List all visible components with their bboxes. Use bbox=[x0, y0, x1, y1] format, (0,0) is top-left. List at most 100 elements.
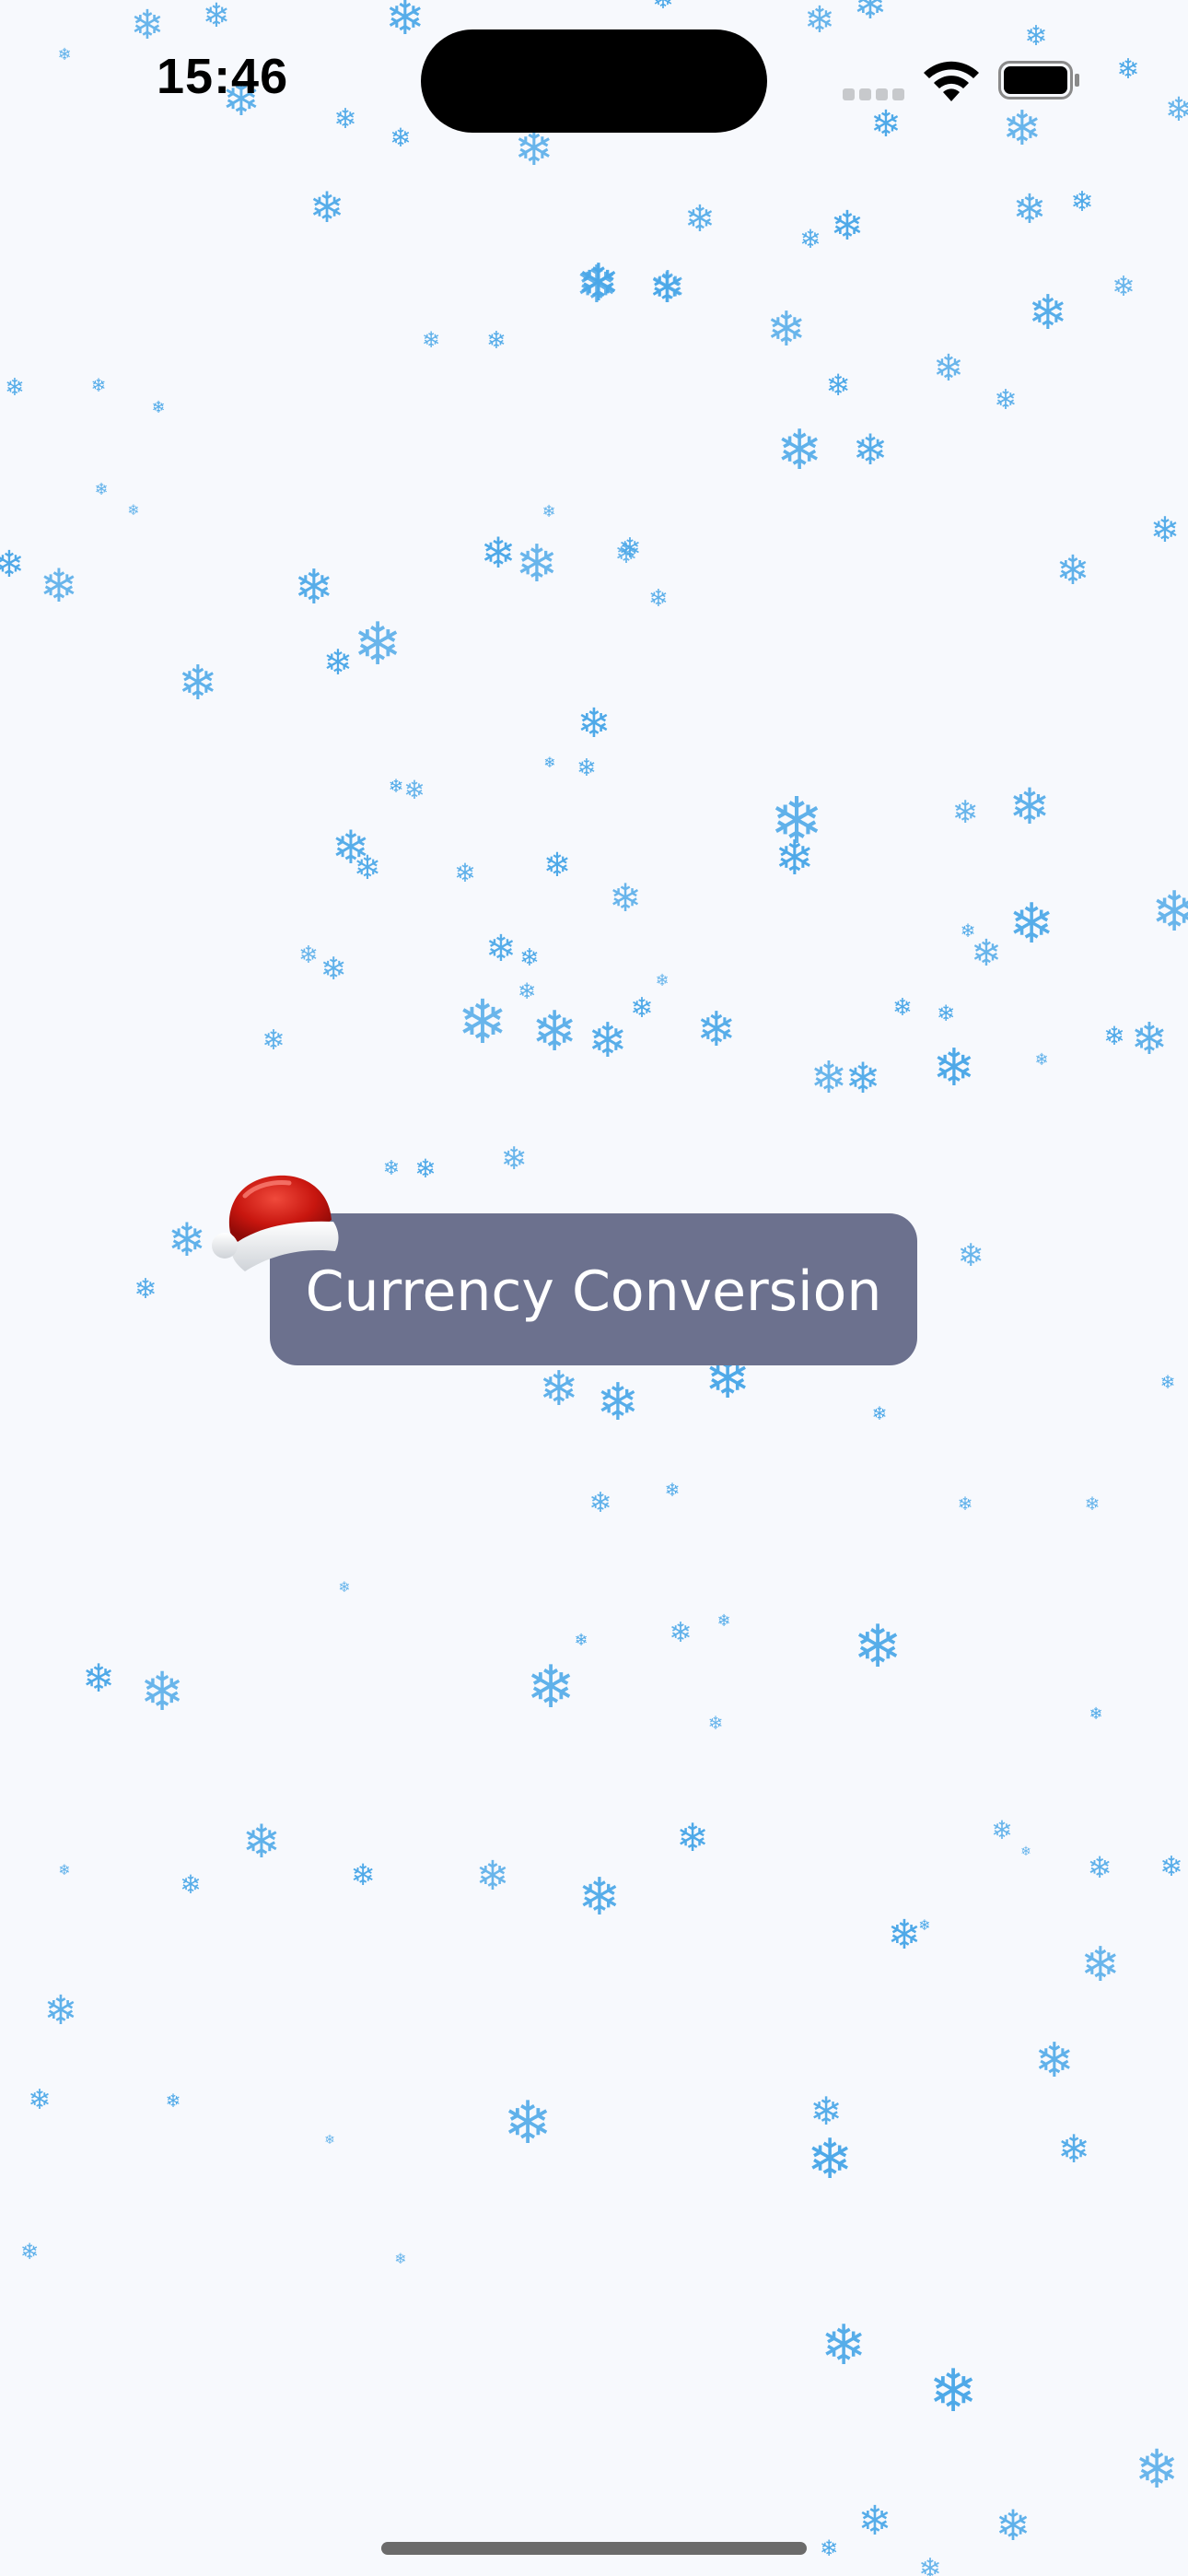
snowflake-icon: ❄ bbox=[1012, 186, 1047, 233]
snowflake-icon: ❄ bbox=[1116, 53, 1140, 86]
snowflake-icon: ❄ bbox=[1084, 1493, 1101, 1515]
snowflake-icon: ❄ bbox=[385, 0, 425, 46]
snowflake-icon: ❄ bbox=[825, 368, 851, 403]
snowflake-icon: ❄ bbox=[918, 2553, 942, 2576]
snowflake-icon: ❄ bbox=[309, 182, 345, 232]
snowflake-icon: ❄ bbox=[539, 1362, 579, 1417]
status-time: 15:46 bbox=[157, 49, 289, 104]
snowflake-icon: ❄ bbox=[390, 123, 412, 153]
snowflake-icon: ❄ bbox=[403, 775, 425, 805]
snowflake-icon: ❄ bbox=[1164, 91, 1188, 129]
snowflake-icon: ❄ bbox=[830, 203, 865, 250]
snowflake-icon: ❄ bbox=[298, 942, 319, 969]
snowflake-icon: ❄ bbox=[1150, 880, 1188, 944]
snowflake-icon: ❄ bbox=[414, 1153, 437, 1184]
snowflake-icon: ❄ bbox=[609, 875, 642, 920]
snowflake-icon: ❄ bbox=[480, 528, 517, 578]
snowflake-icon: ❄ bbox=[769, 783, 824, 859]
snowflake-icon: ❄ bbox=[664, 1479, 681, 1501]
snowflake-icon: ❄ bbox=[933, 347, 964, 390]
snowflake-icon: ❄ bbox=[676, 1815, 709, 1860]
snowflake-icon: ❄ bbox=[503, 2090, 553, 2158]
snowflake-icon: ❄ bbox=[971, 932, 1002, 975]
dynamic-island bbox=[421, 29, 767, 133]
snowflake-icon: ❄ bbox=[28, 2084, 52, 2116]
snowflake-icon: ❄ bbox=[82, 1656, 115, 1701]
snowflake-icon: ❄ bbox=[957, 1493, 973, 1515]
snowflake-icon: ❄ bbox=[1020, 1844, 1031, 1859]
snowflake-icon: ❄ bbox=[475, 1853, 510, 1900]
santa-hat-icon bbox=[212, 1175, 339, 1271]
snowflake-icon: ❄ bbox=[857, 2498, 892, 2545]
snowflake-icon: ❄ bbox=[1080, 1938, 1121, 1993]
snowflake-icon: ❄ bbox=[165, 2090, 181, 2112]
snowflake-icon: ❄ bbox=[806, 2127, 854, 2192]
snowflake-icon: ❄ bbox=[844, 1053, 881, 1103]
snowflake-icon: ❄ bbox=[936, 1001, 956, 1026]
snowflake-icon: ❄ bbox=[852, 425, 889, 474]
snowflake-icon: ❄ bbox=[542, 502, 556, 521]
snowflake-icon: ❄ bbox=[139, 1660, 185, 1723]
snowflake-icon: ❄ bbox=[819, 2535, 839, 2561]
snowflake-icon: ❄ bbox=[353, 611, 402, 679]
snowflake-icon: ❄ bbox=[588, 1487, 612, 1519]
snowflake-icon: ❄ bbox=[1112, 271, 1136, 303]
snowflake-icon: ❄ bbox=[618, 533, 642, 565]
snowflake-icon: ❄ bbox=[57, 45, 72, 64]
home-indicator[interactable] bbox=[381, 2542, 807, 2555]
snowflake-icon: ❄ bbox=[655, 971, 670, 990]
snowflake-icon: ❄ bbox=[1055, 547, 1090, 594]
snowflake-icon: ❄ bbox=[652, 0, 673, 13]
snowflake-icon: ❄ bbox=[353, 849, 382, 887]
snowflake-icon: ❄ bbox=[630, 992, 654, 1025]
snowflake-icon: ❄ bbox=[94, 480, 109, 499]
snowflake-icon: ❄ bbox=[294, 560, 334, 615]
snowflake-icon: ❄ bbox=[820, 2313, 868, 2378]
snowflake-icon: ❄ bbox=[43, 1987, 78, 2034]
snowflake-icon: ❄ bbox=[775, 418, 823, 483]
snowflake-icon: ❄ bbox=[918, 1916, 931, 1934]
snowflake-icon: ❄ bbox=[454, 858, 476, 888]
snowflake-icon: ❄ bbox=[130, 2, 165, 49]
snowflake-icon: ❄ bbox=[809, 1052, 848, 1104]
snowflake-icon: ❄ bbox=[180, 1869, 202, 1900]
snowflake-icon: ❄ bbox=[526, 1654, 576, 1722]
snowflake-icon: ❄ bbox=[515, 534, 559, 594]
snowflake-icon: ❄ bbox=[809, 2089, 843, 2134]
snowflake-icon: ❄ bbox=[1070, 186, 1094, 218]
snowflake-icon: ❄ bbox=[127, 501, 140, 519]
snowflake-icon: ❄ bbox=[421, 327, 441, 353]
snowflake-icon: ❄ bbox=[323, 642, 353, 683]
currency-conversion-button[interactable]: Currency Conversion bbox=[270, 1213, 917, 1365]
snowflake-icon: ❄ bbox=[588, 1013, 628, 1069]
snowflake-icon: ❄ bbox=[40, 559, 78, 613]
snowflake-icon: ❄ bbox=[648, 585, 669, 613]
snowflake-icon: ❄ bbox=[242, 1815, 281, 1868]
snowflake-icon: ❄ bbox=[1087, 1850, 1112, 1885]
snowflake-icon: ❄ bbox=[332, 821, 370, 874]
snowflake-icon: ❄ bbox=[1002, 101, 1042, 157]
snowflake-icon: ❄ bbox=[486, 327, 507, 355]
snowflake-icon: ❄ bbox=[134, 1273, 157, 1306]
snowflake-icon: ❄ bbox=[775, 831, 815, 886]
snowflake-icon: ❄ bbox=[648, 262, 687, 313]
snowflake-icon: ❄ bbox=[543, 754, 556, 771]
snowflake-icon: ❄ bbox=[388, 775, 404, 797]
snowflake-icon: ❄ bbox=[951, 794, 979, 831]
snowflake-icon: ❄ bbox=[1089, 1704, 1103, 1724]
snowflake-icon: ❄ bbox=[577, 1868, 622, 1927]
snowflake-icon: ❄ bbox=[1103, 1021, 1125, 1051]
snowflake-icon: ❄ bbox=[168, 1213, 206, 1267]
cellular-signal-icon bbox=[843, 88, 904, 101]
snowflake-icon: ❄ bbox=[932, 1038, 976, 1098]
snowflake-icon: ❄ bbox=[530, 1000, 578, 1064]
snowflake-icon: ❄ bbox=[957, 1237, 984, 1274]
snowflake-icon: ❄ bbox=[575, 255, 619, 315]
snowflake-icon: ❄ bbox=[151, 398, 166, 417]
snowflake-icon: ❄ bbox=[1028, 286, 1068, 341]
snowflake-icon: ❄ bbox=[1034, 2033, 1075, 2089]
snowflake-icon: ❄ bbox=[1057, 2126, 1090, 2172]
snowflake-icon: ❄ bbox=[58, 1861, 71, 1879]
snowflake-icon: ❄ bbox=[870, 103, 902, 146]
snowflake-icon: ❄ bbox=[577, 755, 597, 782]
